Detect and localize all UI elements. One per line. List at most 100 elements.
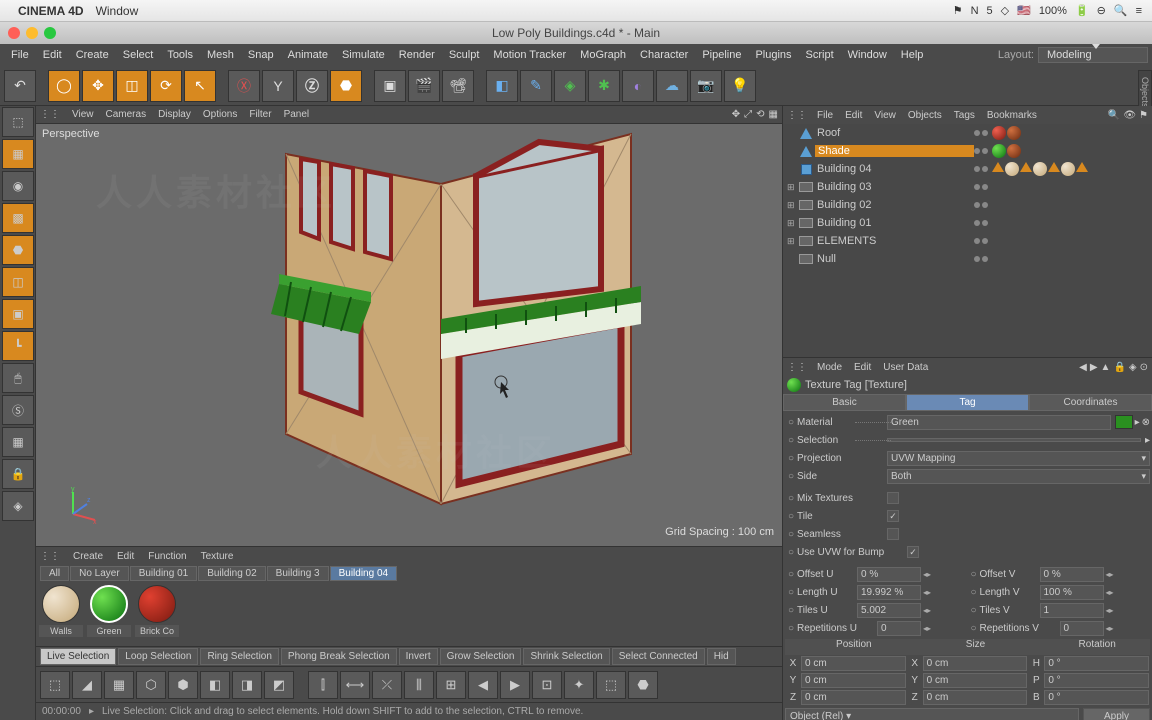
size-y-input[interactable]: 0 cm bbox=[923, 673, 1028, 688]
mat-tab-b3[interactable]: Building 3 bbox=[267, 566, 329, 581]
vp-menu-cameras[interactable]: Cameras bbox=[100, 109, 153, 120]
live-selection-tool[interactable]: ◯ bbox=[48, 70, 80, 102]
move-tool[interactable]: ✥ bbox=[82, 70, 114, 102]
make-editable-button[interactable]: ⬚ bbox=[2, 107, 34, 137]
tree-row-building02[interactable]: ⊞Building 02 bbox=[783, 196, 1152, 214]
x-axis-toggle[interactable]: Ⓧ bbox=[228, 70, 260, 102]
attr-icon[interactable]: ⊙ bbox=[1140, 362, 1148, 373]
cloner-icon[interactable]: ✱ bbox=[588, 70, 620, 102]
menu-file[interactable]: File bbox=[4, 49, 36, 61]
material-preview[interactable] bbox=[1115, 415, 1133, 429]
sel-live[interactable]: Live Selection bbox=[40, 648, 116, 665]
scale-tool[interactable]: ◫ bbox=[116, 70, 148, 102]
mat-tab-b02[interactable]: Building 02 bbox=[198, 566, 265, 581]
workplane-snap-button[interactable]: ▦ bbox=[2, 427, 34, 457]
render-picture-button[interactable]: 📽 bbox=[442, 70, 474, 102]
selection-field[interactable] bbox=[887, 438, 1141, 442]
coord-mode-dropdown[interactable]: Object (Rel) ▾ bbox=[785, 708, 1079, 720]
app-name[interactable]: CINEMA 4D bbox=[18, 4, 84, 18]
selection-picker-icon[interactable]: ▸ bbox=[1145, 435, 1150, 446]
minimize-button[interactable] bbox=[26, 27, 38, 39]
tree-row-roof[interactable]: Roof bbox=[783, 124, 1152, 142]
mat-menu-texture[interactable]: Texture bbox=[194, 551, 241, 562]
sel-phong[interactable]: Phong Break Selection bbox=[281, 648, 397, 665]
attr-nav-up[interactable]: ▲ bbox=[1101, 362, 1111, 373]
btool[interactable]: ⬚ bbox=[40, 671, 70, 699]
menu-tools[interactable]: Tools bbox=[160, 49, 200, 61]
workplane-button[interactable]: ▩ bbox=[2, 203, 34, 233]
selection-tag[interactable] bbox=[1020, 162, 1032, 172]
btool[interactable]: ⫿ bbox=[308, 671, 338, 699]
texture-mode-button[interactable]: ◉ bbox=[2, 171, 34, 201]
attr-menu-userdata[interactable]: User Data bbox=[877, 362, 934, 373]
sys-icon[interactable]: 🇺🇸 bbox=[1017, 4, 1031, 17]
selection-tag[interactable] bbox=[992, 162, 1004, 172]
mat-menu-edit[interactable]: Edit bbox=[110, 551, 141, 562]
btool[interactable]: ⊞ bbox=[436, 671, 466, 699]
selection-tag[interactable] bbox=[1048, 162, 1060, 172]
viewport-3d[interactable]: Perspective bbox=[36, 124, 782, 546]
obj-menu-objects[interactable]: Objects bbox=[902, 110, 948, 121]
edges-mode-button[interactable]: ◫ bbox=[2, 267, 34, 297]
vp-menu-filter[interactable]: Filter bbox=[243, 109, 277, 120]
sys-icon[interactable]: ⊖ bbox=[1097, 4, 1106, 17]
btool[interactable]: ⊡ bbox=[532, 671, 562, 699]
btool[interactable]: ✦ bbox=[564, 671, 594, 699]
btool[interactable]: ◢ bbox=[72, 671, 102, 699]
model-mode-button[interactable]: ▦ bbox=[2, 139, 34, 169]
pos-x-input[interactable]: 0 cm bbox=[801, 656, 906, 671]
mac-menu-window[interactable]: Window bbox=[96, 4, 139, 18]
snap-button[interactable]: Ⓢ bbox=[2, 395, 34, 425]
btool[interactable]: ⬚ bbox=[596, 671, 626, 699]
attr-nav-fwd[interactable]: ▶ bbox=[1090, 362, 1098, 373]
apply-button[interactable]: Apply bbox=[1083, 708, 1150, 720]
material-clear-icon[interactable]: ⊗ bbox=[1142, 417, 1150, 428]
sel-connected[interactable]: Select Connected bbox=[612, 648, 705, 665]
material-field[interactable]: Green bbox=[887, 415, 1111, 430]
layout-dropdown[interactable]: Modeling bbox=[1038, 47, 1148, 63]
selection-tag[interactable] bbox=[1076, 162, 1088, 172]
mat-tab-all[interactable]: All bbox=[40, 566, 69, 581]
btool[interactable]: ⬣ bbox=[628, 671, 658, 699]
obj-menu-file[interactable]: File bbox=[811, 110, 839, 121]
btool[interactable]: ▦ bbox=[104, 671, 134, 699]
environment-icon[interactable]: ☁ bbox=[656, 70, 688, 102]
vp-menu-display[interactable]: Display bbox=[152, 109, 197, 120]
btool[interactable]: ⟷ bbox=[340, 671, 370, 699]
pos-y-input[interactable]: 0 cm bbox=[801, 673, 906, 688]
deformer-icon[interactable]: ◐ bbox=[622, 70, 654, 102]
sys-search-icon[interactable]: 🔍 bbox=[1114, 4, 1128, 17]
attr-icon[interactable]: ◈ bbox=[1129, 362, 1137, 373]
obj-search-icon[interactable]: 🔍 bbox=[1108, 110, 1120, 121]
menu-plugins[interactable]: Plugins bbox=[748, 49, 798, 61]
btool[interactable]: ⫼ bbox=[404, 671, 434, 699]
menu-motiontracker[interactable]: Motion Tracker bbox=[486, 49, 573, 61]
sel-ring[interactable]: Ring Selection bbox=[200, 648, 278, 665]
last-tool[interactable]: ↖ bbox=[184, 70, 216, 102]
sel-hide[interactable]: Hid bbox=[707, 648, 736, 665]
vp-menu-panel[interactable]: Panel bbox=[278, 109, 316, 120]
menu-render[interactable]: Render bbox=[392, 49, 442, 61]
btool[interactable]: ▶ bbox=[500, 671, 530, 699]
misc-button[interactable]: ◈ bbox=[2, 491, 34, 521]
mat-tab-nolayer[interactable]: No Layer bbox=[70, 566, 129, 581]
object-tree[interactable]: Roof Shade Building 04 bbox=[783, 124, 1152, 357]
sys-icon[interactable]: 5 bbox=[987, 5, 993, 17]
menu-edit[interactable]: Edit bbox=[36, 49, 69, 61]
zoom-button[interactable] bbox=[44, 27, 56, 39]
obj-filter-icon[interactable]: ⚑ bbox=[1139, 110, 1148, 121]
projection-dropdown[interactable]: UVW Mapping▾ bbox=[887, 451, 1150, 466]
mix-checkbox[interactable] bbox=[887, 492, 899, 504]
sys-battery-icon[interactable]: 🔋 bbox=[1075, 4, 1089, 17]
lock-button[interactable]: 🔒 bbox=[2, 459, 34, 489]
texture-tag[interactable] bbox=[1007, 126, 1021, 140]
tweak-button[interactable]: 🖱 bbox=[2, 363, 34, 393]
vp-nav-icon[interactable]: ✥ bbox=[732, 109, 740, 120]
size-x-input[interactable]: 0 cm bbox=[923, 656, 1028, 671]
texture-tag[interactable] bbox=[992, 144, 1006, 158]
pos-z-input[interactable]: 0 cm bbox=[801, 690, 906, 705]
sel-grow[interactable]: Grow Selection bbox=[440, 648, 522, 665]
rot-p-input[interactable]: 0 ° bbox=[1044, 673, 1149, 688]
attr-menu-mode[interactable]: Mode bbox=[811, 362, 848, 373]
undo-button[interactable]: ↶ bbox=[4, 70, 36, 102]
